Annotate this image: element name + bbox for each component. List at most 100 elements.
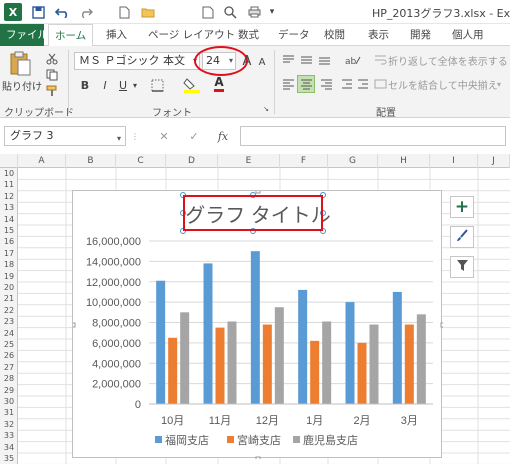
chart-styles-button[interactable] xyxy=(450,226,474,248)
row-header[interactable]: 29 xyxy=(0,385,18,396)
row-header[interactable]: 19 xyxy=(0,271,18,282)
row-header[interactable]: 24 xyxy=(0,328,18,339)
row-header[interactable]: 16 xyxy=(0,236,18,247)
tab-file[interactable]: ファイル xyxy=(0,24,48,46)
chart-resize-handle[interactable] xyxy=(440,322,443,328)
bar[interactable] xyxy=(298,289,308,404)
row-header[interactable]: 17 xyxy=(0,248,18,259)
row-header[interactable]: 26 xyxy=(0,350,18,361)
tab-data[interactable]: データ xyxy=(272,24,316,46)
bold-button[interactable]: B xyxy=(78,76,92,94)
bar[interactable] xyxy=(369,324,379,404)
paste-button-label[interactable]: 貼り付け xyxy=(2,78,42,93)
row-header[interactable]: 14 xyxy=(0,214,18,225)
chart-filters-button[interactable] xyxy=(450,256,474,278)
select-all-corner[interactable] xyxy=(0,154,18,168)
chart-object[interactable]: グラフ タイトル 0 2,000,000 4,000,000 6,000,000 8,00… xyxy=(72,190,443,459)
tab-insert[interactable]: 挿入 xyxy=(100,24,133,46)
row-header[interactable]: 11 xyxy=(0,179,18,190)
chevron-down-icon[interactable]: ▾ xyxy=(494,76,504,92)
row-header[interactable]: 18 xyxy=(0,259,18,270)
decrease-indent-icon[interactable] xyxy=(340,76,354,92)
row-header[interactable]: 10 xyxy=(0,168,18,179)
italic-button[interactable]: I xyxy=(98,76,112,94)
save-icon[interactable] xyxy=(30,4,46,20)
print-preview-icon[interactable] xyxy=(200,4,216,20)
cut-icon[interactable] xyxy=(44,52,60,66)
borders-icon[interactable] xyxy=(146,77,168,93)
legend-label[interactable]: 鹿児島支店 xyxy=(303,433,358,447)
align-right-icon[interactable] xyxy=(318,76,334,92)
chart-resize-handle[interactable] xyxy=(255,191,261,194)
bar[interactable] xyxy=(357,342,367,404)
bar[interactable] xyxy=(310,340,320,404)
row-header[interactable]: 35 xyxy=(0,453,18,464)
tab-page-layout[interactable]: ページ レイアウト xyxy=(142,24,241,46)
row-header[interactable]: 12 xyxy=(0,191,18,202)
row-header[interactable]: 33 xyxy=(0,430,18,441)
redo-icon[interactable] xyxy=(78,4,94,20)
chart-elements-button[interactable]: + xyxy=(450,196,474,218)
cancel-icon[interactable]: ✕ xyxy=(156,128,172,144)
tab-formulas[interactable]: 数式 xyxy=(232,24,265,46)
shrink-font-button[interactable]: A xyxy=(256,55,268,69)
orientation-icon[interactable]: ab xyxy=(342,52,364,68)
bar[interactable] xyxy=(180,312,190,404)
wrap-text-button[interactable]: 折り返して全体を表示する xyxy=(388,52,508,68)
column-header[interactable]: H xyxy=(378,154,430,168)
column-header[interactable]: F xyxy=(280,154,328,168)
bar[interactable] xyxy=(168,337,178,404)
column-header[interactable]: C xyxy=(116,154,166,168)
align-center-icon[interactable] xyxy=(297,75,315,93)
format-painter-icon[interactable] xyxy=(44,84,60,98)
bar[interactable] xyxy=(345,302,355,404)
row-header[interactable]: 21 xyxy=(0,293,18,304)
column-header[interactable]: D xyxy=(166,154,218,168)
font-color-button[interactable]: A xyxy=(208,75,230,93)
row-header[interactable]: 13 xyxy=(0,202,18,213)
name-box[interactable]: グラフ 3 ▾ xyxy=(4,126,126,146)
row-header[interactable]: 15 xyxy=(0,225,18,236)
bar[interactable] xyxy=(392,291,402,404)
dialog-launcher-icon[interactable]: ↘ xyxy=(262,104,270,114)
row-header[interactable]: 31 xyxy=(0,407,18,418)
row-header[interactable]: 23 xyxy=(0,316,18,327)
align-bottom-icon[interactable] xyxy=(316,52,332,68)
magnifier-icon[interactable] xyxy=(222,4,238,20)
align-middle-icon[interactable] xyxy=(298,52,314,68)
formula-input[interactable] xyxy=(240,126,506,146)
tab-personal[interactable]: 個人用 xyxy=(446,24,490,46)
row-header[interactable]: 27 xyxy=(0,362,18,373)
column-header[interactable]: B xyxy=(66,154,116,168)
column-header[interactable]: G xyxy=(328,154,378,168)
row-header[interactable]: 25 xyxy=(0,339,18,350)
merge-center-button[interactable]: セルを結合して中央揃え xyxy=(388,76,498,92)
align-top-icon[interactable] xyxy=(280,52,296,68)
font-name-select[interactable]: ＭＳ Ｐゴシック 本文 ▾ xyxy=(74,52,200,70)
column-header[interactable]: I xyxy=(430,154,478,168)
align-left-icon[interactable] xyxy=(280,76,296,92)
bar[interactable] xyxy=(322,321,332,404)
underline-button[interactable]: U xyxy=(116,76,130,94)
bar[interactable] xyxy=(404,324,414,404)
customize-qat-icon[interactable]: ▾ xyxy=(266,4,278,20)
bar[interactable] xyxy=(203,263,213,404)
column-header[interactable]: J xyxy=(478,154,510,168)
tab-view[interactable]: 表示 xyxy=(362,24,395,46)
splitter-icon[interactable]: ⋮ xyxy=(131,130,139,142)
legend-label[interactable]: 宮崎支店 xyxy=(237,433,281,447)
paste-icon[interactable] xyxy=(6,50,34,78)
grow-font-button[interactable]: A xyxy=(240,53,254,69)
row-header[interactable]: 32 xyxy=(0,419,18,430)
fill-color-icon[interactable] xyxy=(180,77,204,93)
bar[interactable] xyxy=(156,280,166,404)
bar[interactable] xyxy=(416,314,426,404)
tab-home[interactable]: ホーム xyxy=(48,24,94,47)
column-header[interactable]: A xyxy=(18,154,66,168)
wrap-text-icon[interactable] xyxy=(372,52,388,68)
row-header[interactable]: 34 xyxy=(0,442,18,453)
tab-developer[interactable]: 開発 xyxy=(404,24,437,46)
bar[interactable] xyxy=(262,324,272,404)
chevron-down-icon[interactable]: ▾ xyxy=(130,76,140,94)
chart-resize-handle[interactable] xyxy=(255,456,261,459)
